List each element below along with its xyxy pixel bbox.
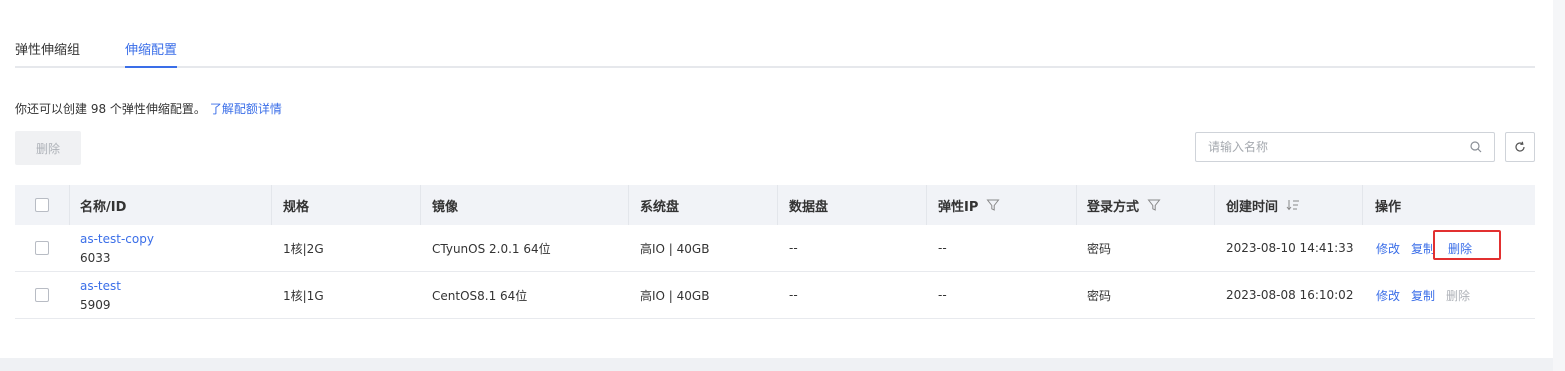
refresh-icon xyxy=(1515,141,1525,152)
table-row: as-test 5909 1核|1G CentOS8.1 64位 高IO | 4… xyxy=(15,272,1535,319)
config-id: 6033 xyxy=(80,250,111,265)
eip-filter-icon[interactable] xyxy=(986,198,1000,212)
quota-notice: 你还可以创建 98 个弹性伸缩配置。 了解配额详情 xyxy=(15,100,282,117)
edit-link[interactable]: 修改 xyxy=(1376,240,1400,257)
row-checkbox[interactable] xyxy=(35,288,49,302)
header-data-disk: 数据盘 xyxy=(789,199,829,215)
header-name: 名称/ID xyxy=(80,199,127,215)
delete-link[interactable]: 删除 xyxy=(1448,240,1472,257)
header-checkbox-cell xyxy=(35,185,49,225)
header-eip-label: 弹性IP xyxy=(938,199,979,215)
config-table: 名称/ID 规格 镜像 系统盘 数据盘 弹性IP 登录方式 创建时间 操作 as… xyxy=(15,185,1535,319)
tab-bar: 弹性伸缩组 伸缩配置 xyxy=(15,28,1535,68)
copy-link[interactable]: 复制 xyxy=(1411,287,1435,304)
header-actions: 操作 xyxy=(1375,199,1402,215)
tab-scaling-configs[interactable]: 伸缩配置 xyxy=(125,39,178,68)
login-cell: 密码 xyxy=(1087,288,1112,303)
eip-cell: -- xyxy=(938,288,947,302)
refresh-button[interactable] xyxy=(1505,132,1535,162)
quota-text: 你还可以创建 98 个弹性伸缩配置。 xyxy=(15,102,206,116)
header-created-label: 创建时间 xyxy=(1226,199,1279,215)
edit-link[interactable]: 修改 xyxy=(1376,287,1400,304)
header-image: 镜像 xyxy=(432,199,459,215)
quota-details-link[interactable]: 了解配额详情 xyxy=(210,102,282,116)
system-disk-cell: 高IO | 40GB xyxy=(640,241,710,256)
header-login-label: 登录方式 xyxy=(1087,199,1140,215)
batch-delete-button[interactable]: 删除 xyxy=(15,131,81,165)
tab-scaling-groups[interactable]: 弹性伸缩组 xyxy=(15,39,80,66)
table-row: as-test-copy 6033 1核|2G CTyunOS 2.0.1 64… xyxy=(15,225,1535,272)
spec-cell: 1核|1G xyxy=(283,288,324,303)
row-checkbox[interactable] xyxy=(35,241,49,255)
header-system-disk: 系统盘 xyxy=(640,199,680,215)
image-cell: CTyunOS 2.0.1 64位 xyxy=(432,241,551,256)
spec-cell: 1核|2G xyxy=(283,241,324,256)
name-cell: as-test-copy 6033 xyxy=(80,225,154,271)
header-login: 登录方式 xyxy=(1087,185,1161,225)
row-checkbox-cell xyxy=(35,272,49,318)
data-disk-cell: -- xyxy=(789,241,798,255)
search-input[interactable] xyxy=(1208,140,1470,154)
login-filter-icon[interactable] xyxy=(1147,198,1161,212)
row-checkbox-cell xyxy=(35,225,49,271)
select-all-checkbox[interactable] xyxy=(35,198,49,212)
search-box xyxy=(1195,132,1495,162)
actions-cell: 修改 复制 删除 xyxy=(1376,225,1483,271)
name-cell: as-test 5909 xyxy=(80,272,121,318)
header-eip: 弹性IP xyxy=(938,185,1000,225)
table-header: 名称/ID 规格 镜像 系统盘 数据盘 弹性IP 登录方式 创建时间 操作 xyxy=(15,185,1535,225)
image-cell: CentOS8.1 64位 xyxy=(432,288,528,303)
data-disk-cell: -- xyxy=(789,288,798,302)
header-created: 创建时间 xyxy=(1226,185,1300,225)
system-disk-cell: 高IO | 40GB xyxy=(640,288,710,303)
config-id: 5909 xyxy=(80,297,111,312)
config-name-link[interactable]: as-test xyxy=(80,279,121,293)
search-icon[interactable] xyxy=(1470,141,1482,153)
config-name-link[interactable]: as-test-copy xyxy=(80,232,154,246)
sort-icon[interactable] xyxy=(1286,199,1300,211)
created-cell: 2023-08-08 16:10:02 xyxy=(1226,288,1354,302)
eip-cell: -- xyxy=(938,241,947,255)
header-spec: 规格 xyxy=(283,199,310,215)
delete-link-disabled: 删除 xyxy=(1446,288,1471,303)
login-cell: 密码 xyxy=(1087,241,1112,256)
main-panel: 弹性伸缩组 伸缩配置 你还可以创建 98 个弹性伸缩配置。了解配额详情 删除 名… xyxy=(0,0,1553,358)
scrollbar-track[interactable] xyxy=(1553,0,1565,371)
actions-cell: 修改 复制 删除 xyxy=(1376,272,1470,318)
copy-link[interactable]: 复制 xyxy=(1411,240,1435,257)
created-cell: 2023-08-10 14:41:33 xyxy=(1226,241,1354,255)
